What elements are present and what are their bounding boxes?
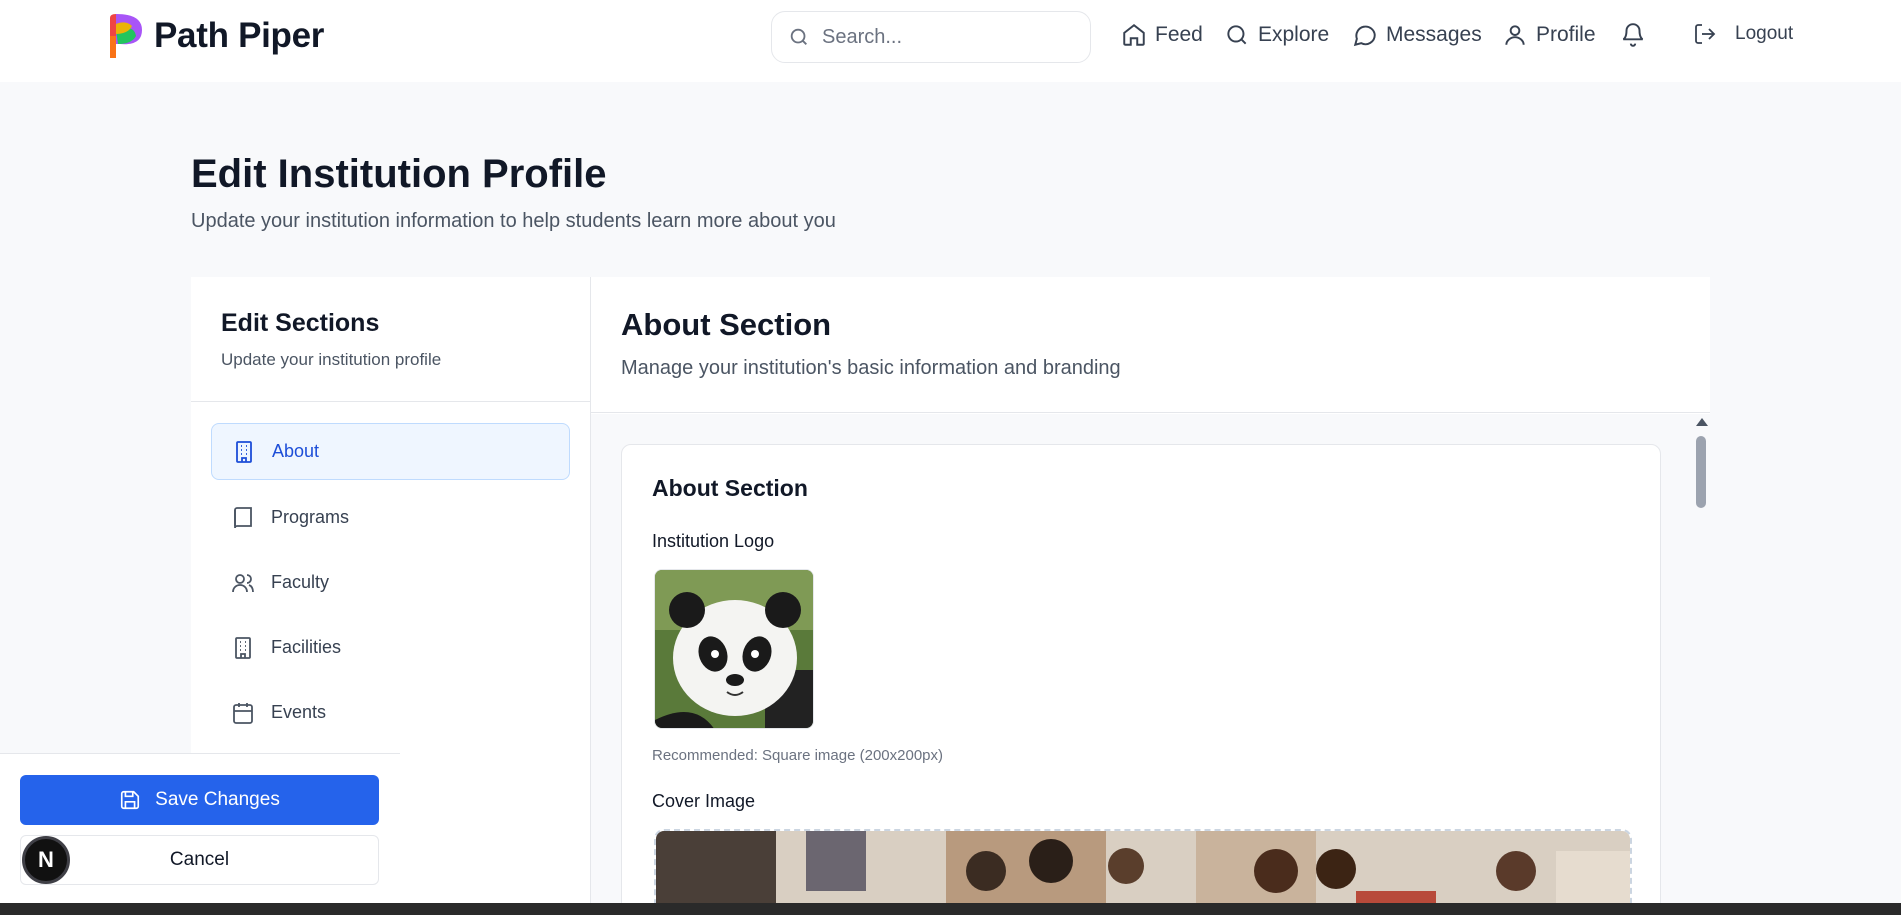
section-item-faculty[interactable]: Faculty xyxy=(211,554,570,611)
nav-messages-label: Messages xyxy=(1386,23,1482,46)
page-subtitle: Update your institution information to h… xyxy=(191,210,836,232)
search-input[interactable] xyxy=(822,25,1072,49)
panel-subtitle: Manage your institution's basic informat… xyxy=(621,357,1121,379)
search-icon xyxy=(790,28,807,45)
section-item-label: Facilities xyxy=(271,637,342,657)
save-changes-label: Save Changes xyxy=(155,789,280,810)
top-navbar: Path Piper Feed Explore Messages Profile… xyxy=(0,0,1901,82)
search-icon xyxy=(1227,25,1247,45)
nav-profile[interactable]: Profile xyxy=(1502,22,1596,48)
section-item-label: Faculty xyxy=(271,572,330,592)
notifications-button[interactable] xyxy=(1620,22,1646,48)
cover-label: Cover Image xyxy=(652,791,756,811)
cancel-button[interactable]: Cancel xyxy=(20,835,379,885)
section-item-label: Events xyxy=(271,702,327,722)
nav-explore-label: Explore xyxy=(1258,23,1330,46)
section-item-label: Programs xyxy=(271,507,350,527)
edit-sections-subtitle: Update your institution profile xyxy=(221,350,442,369)
log-out-icon xyxy=(1695,24,1716,44)
panel-title: About Section xyxy=(621,307,832,342)
panel-scroll-area[interactable]: About Section Institution Logo Recommend… xyxy=(591,414,1710,915)
panel-header: About Section Manage your institution's … xyxy=(591,277,1710,413)
brand-name: Path Piper xyxy=(154,16,325,55)
form-actions: Save Changes Cancel xyxy=(0,753,400,915)
scroll-thumb[interactable] xyxy=(1696,436,1706,508)
edit-sections-header: Edit Sections Update your institution pr… xyxy=(191,277,590,402)
dev-tools-badge[interactable]: N xyxy=(22,836,70,884)
section-item-programs[interactable]: Programs xyxy=(211,489,570,546)
building-icon xyxy=(236,440,252,463)
about-section-panel: About Section Manage your institution's … xyxy=(591,277,1710,915)
nav-profile-label: Profile xyxy=(1536,23,1596,46)
panda-image xyxy=(655,570,813,728)
brand[interactable]: Path Piper xyxy=(108,14,324,58)
home-icon xyxy=(1123,24,1145,46)
save-icon xyxy=(121,790,140,810)
logout-label: Logout xyxy=(1735,23,1794,44)
search-box[interactable] xyxy=(771,11,1091,63)
nav-feed[interactable]: Feed xyxy=(1121,22,1203,48)
logo-hint: Recommended: Square image (200x200px) xyxy=(652,747,943,764)
section-item-label: About xyxy=(272,441,320,461)
users-icon xyxy=(232,573,254,592)
page-title: Edit Institution Profile xyxy=(191,152,607,196)
section-item-events[interactable]: Events xyxy=(211,684,570,741)
badge-letter: N xyxy=(38,847,54,872)
bottom-strip xyxy=(0,903,1901,915)
section-item-about[interactable]: About xyxy=(211,423,570,480)
institution-logo-image[interactable] xyxy=(654,569,814,729)
logout-button[interactable]: Logout xyxy=(1693,22,1793,46)
about-card-title: About Section xyxy=(652,475,808,501)
cancel-label: Cancel xyxy=(169,849,230,870)
nav-messages[interactable]: Messages xyxy=(1352,22,1482,48)
nav-explore[interactable]: Explore xyxy=(1224,22,1329,48)
book-icon xyxy=(234,506,252,528)
edit-sections-title: Edit Sections xyxy=(221,309,380,337)
nav-feed-label: Feed xyxy=(1155,23,1203,46)
save-changes-button[interactable]: Save Changes xyxy=(20,775,379,825)
section-item-facilities[interactable]: Facilities xyxy=(211,619,570,676)
user-icon xyxy=(1505,25,1525,45)
path-piper-logo xyxy=(110,14,142,58)
bell-icon xyxy=(1622,23,1644,47)
calendar-icon xyxy=(233,702,253,724)
message-circle-icon xyxy=(1353,25,1376,47)
about-card: About Section Institution Logo Recommend… xyxy=(621,444,1661,915)
scroll-up-arrow-icon[interactable] xyxy=(1696,418,1708,426)
building-icon xyxy=(235,636,251,659)
logo-label: Institution Logo xyxy=(652,531,775,551)
panel-scrollbar[interactable] xyxy=(1694,418,1708,915)
